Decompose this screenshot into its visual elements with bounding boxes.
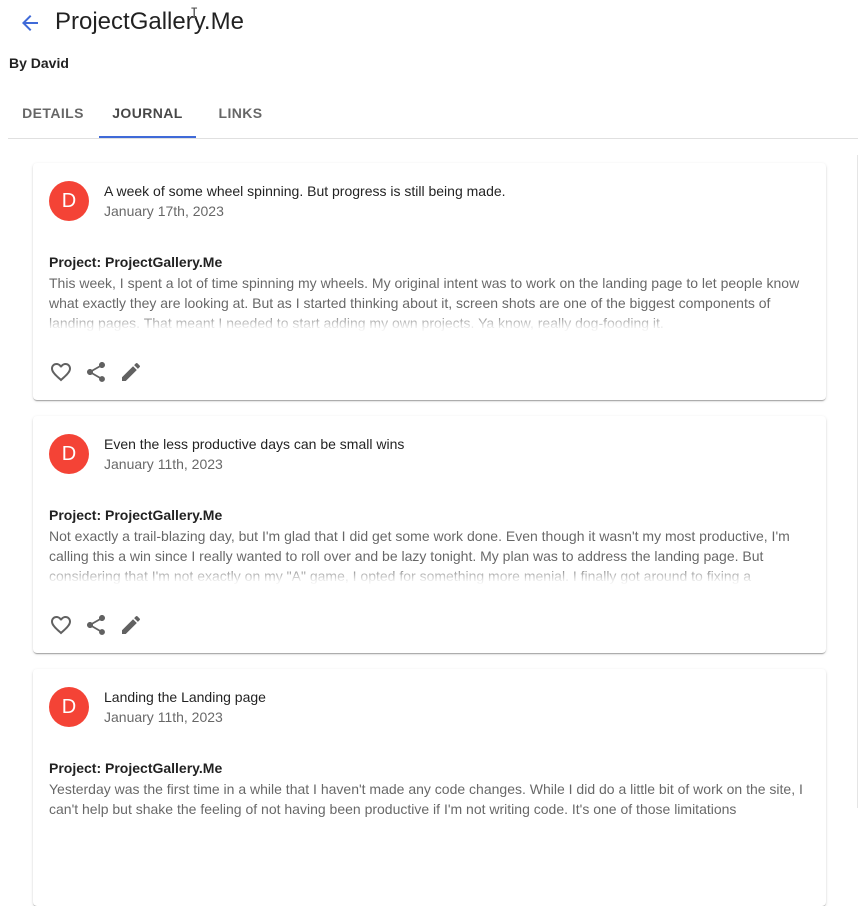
edit-pencil-icon[interactable] [119,613,143,637]
share-icon[interactable] [84,613,108,637]
entry-excerpt: Not exactly a trail-blazing day, but I'm… [49,528,790,584]
entry-project: Project: ProjectGallery.Me [49,507,223,523]
entry-title: Even the less productive days can be sma… [104,436,405,452]
journal-entry-card: D Landing the Landing page January 11th,… [33,669,826,906]
app-header: ProjectGallery.Me I [0,0,859,46]
avatar: D [49,181,89,221]
entry-project: Project: ProjectGallery.Me [49,760,223,776]
share-icon[interactable] [84,360,108,384]
back-arrow-icon[interactable] [18,11,42,35]
author-byline: By David [9,55,69,71]
journal-entry-card: D Even the less productive days can be s… [33,416,826,653]
tab-links[interactable]: LINKS [196,90,285,136]
page-title: ProjectGallery.Me [55,8,244,35]
entry-title: A week of some wheel spinning. But progr… [104,183,506,199]
entry-date: January 17th, 2023 [104,203,224,219]
avatar: D [49,434,89,474]
tab-journal[interactable]: JOURNAL [99,90,196,138]
entry-date: January 11th, 2023 [104,709,223,725]
tab-details[interactable]: DETAILS [8,90,98,136]
entry-excerpt: This week, I spent a lot of time spinnin… [49,275,800,331]
entry-title: Landing the Landing page [104,689,266,705]
like-heart-icon[interactable] [49,613,73,637]
avatar: D [49,687,89,727]
content-divider [857,155,858,808]
journal-entry-card: D A week of some wheel spinning. But pro… [33,163,826,400]
entry-excerpt: Yesterday was the first time in a while … [49,781,803,817]
like-heart-icon[interactable] [49,360,73,384]
tab-bar: DETAILS JOURNAL LINKS [8,90,858,139]
edit-pencil-icon[interactable] [119,360,143,384]
entry-project: Project: ProjectGallery.Me [49,254,223,270]
entry-date: January 11th, 2023 [104,456,223,472]
text-cursor-icon: I [190,6,199,22]
